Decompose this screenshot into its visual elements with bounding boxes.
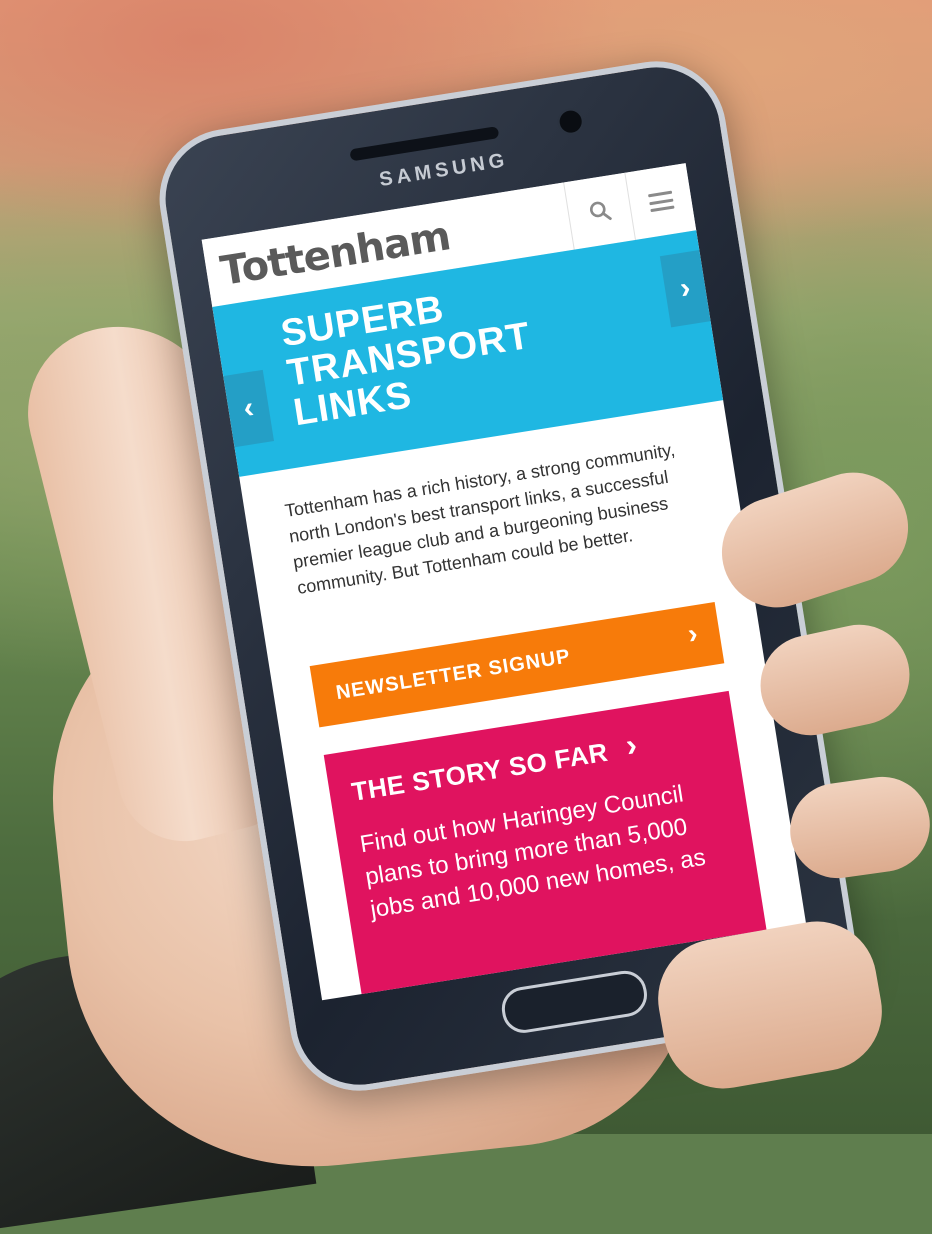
home-button bbox=[498, 967, 651, 1036]
hero-title: SUPERB TRANSPORT LINKS bbox=[278, 276, 539, 434]
newsletter-label: NEWSLETTER SIGNUP bbox=[334, 645, 573, 705]
menu-button[interactable] bbox=[624, 163, 698, 240]
chevron-right-icon: › bbox=[677, 271, 693, 306]
phone-screen: Tottenham SUPERB TRANSPORT LINKS ‹ › Tot… bbox=[201, 163, 807, 1001]
carousel-prev-button[interactable]: ‹ bbox=[223, 369, 274, 448]
front-camera bbox=[555, 106, 586, 137]
search-button[interactable] bbox=[563, 172, 636, 250]
hamburger-menu-icon bbox=[648, 190, 675, 213]
carousel-next-button[interactable]: › bbox=[659, 250, 711, 328]
chevron-left-icon: ‹ bbox=[241, 390, 257, 426]
chevron-right-icon: › bbox=[685, 617, 700, 650]
search-icon bbox=[589, 201, 612, 220]
chevron-right-icon: › bbox=[623, 726, 640, 764]
